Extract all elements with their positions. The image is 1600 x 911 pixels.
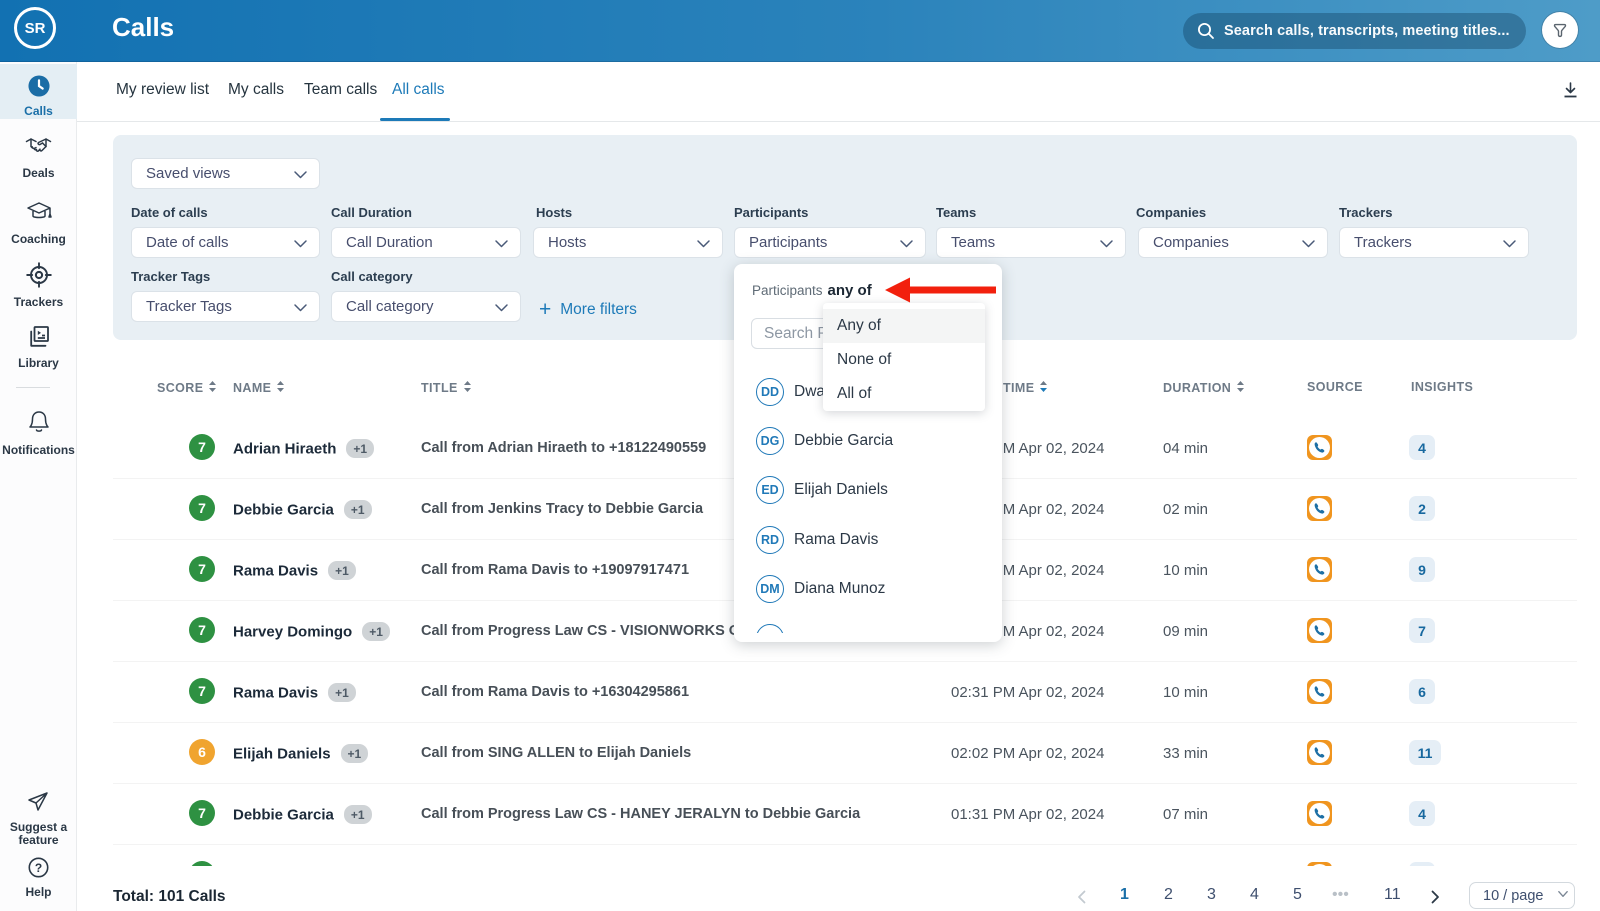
svg-text:?: ?	[35, 861, 42, 875]
